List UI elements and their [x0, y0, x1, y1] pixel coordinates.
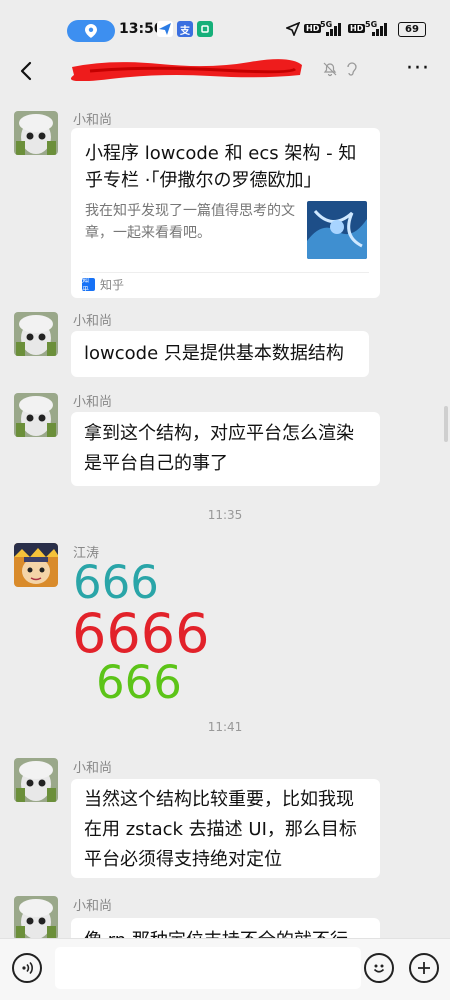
battery-indicator: 69 — [398, 22, 426, 37]
sender-name: 小和尚 — [73, 113, 113, 128]
card-thumbnail — [307, 201, 367, 259]
zhihu-logo-icon: 知乎 — [82, 276, 95, 294]
avatar[interactable] — [14, 896, 58, 938]
avatar[interactable] — [14, 312, 58, 356]
message-bubble[interactable]: 像 rn 那种定位支持不全的就不行 — [71, 918, 380, 938]
sender-name: 小和尚 — [73, 314, 113, 329]
message-item: 小和尚 lowcode 只是提供基本数据结构 — [0, 307, 450, 382]
location-pill[interactable] — [67, 20, 115, 42]
avatar[interactable] — [14, 111, 58, 155]
message-item: 小和尚 像 rn 那种定位支持不全的就不行 — [0, 890, 450, 938]
shield-icon — [197, 21, 213, 37]
paper-plane-icon — [157, 21, 173, 37]
emoji-button[interactable] — [364, 953, 394, 983]
timestamp: 11:41 — [207, 720, 243, 734]
message-input[interactable] — [55, 947, 361, 989]
card-source: 知乎 知乎 — [82, 276, 125, 294]
navigation-arrow-icon — [286, 22, 300, 36]
message-item: 小和尚 小程序 lowcode 和 ecs 架构 - 知乎专栏 ·「伊撒尔の罗德… — [0, 100, 450, 300]
mute-bell-icon — [323, 62, 337, 77]
redacted-chat-title — [71, 59, 302, 81]
voice-icon — [22, 961, 33, 975]
message-bubble[interactable]: lowcode 只是提供基本数据结构 — [71, 331, 369, 377]
hd-badge: HD — [348, 24, 366, 33]
earpiece-icon — [347, 62, 357, 76]
more-functions-button[interactable] — [409, 953, 439, 983]
link-card[interactable]: 小程序 lowcode 和 ecs 架构 - 知乎专栏 ·「伊撒尔の罗德欧加」 … — [71, 128, 380, 298]
chevron-left-icon[interactable] — [12, 56, 42, 86]
divider — [82, 272, 369, 273]
card-source-label: 知乎 — [100, 278, 125, 292]
emoji-text-line: 6666 — [72, 602, 210, 665]
voice-button[interactable] — [12, 953, 42, 983]
timestamp: 11:35 — [207, 508, 243, 522]
message-bubble[interactable]: 当然这个结构比较重要，比如我现在用 zstack 去描述 UI，那么目标平台必须… — [71, 779, 380, 878]
message-item: 小和尚 当然这个结构比较重要，比如我现在用 zstack 去描述 UI，那么目标… — [0, 752, 450, 882]
signal-icon — [372, 22, 387, 36]
emoji-text-line: 666 — [96, 656, 182, 709]
hd-badge: HD — [304, 24, 322, 33]
sender-name: 小和尚 — [73, 395, 113, 410]
status-bar: 13:50 支 HD 5G HD 5G 69 — [0, 0, 450, 44]
message-item: 小和尚 拿到这个结构，对应平台怎么渲染是平台自己的事了 — [0, 387, 450, 487]
scrollbar-thumb[interactable] — [444, 406, 448, 442]
card-description: 我在知乎发现了一篇值得思考的文章，一起来看看吧。 — [85, 203, 295, 241]
chat-header: ··· — [0, 44, 450, 100]
location-pin-icon — [85, 24, 97, 38]
input-bar — [0, 938, 450, 1000]
avatar[interactable] — [14, 543, 58, 587]
message-bubble[interactable]: 拿到这个结构，对应平台怎么渲染是平台自己的事了 — [71, 412, 380, 486]
emoji-icon — [373, 964, 385, 973]
chat-message-list[interactable]: 小和尚 小程序 lowcode 和 ecs 架构 - 知乎专栏 ·「伊撒尔の罗德… — [0, 100, 450, 938]
more-options-button[interactable]: ··· — [406, 58, 430, 80]
message-item: 江涛 666 6666 666 — [0, 540, 450, 710]
app-notify-icon: 支 — [177, 21, 193, 37]
plus-icon — [418, 962, 430, 974]
sender-name: 小和尚 — [73, 761, 113, 776]
avatar[interactable] — [14, 393, 58, 437]
avatar[interactable] — [14, 758, 58, 802]
signal-icon — [326, 22, 341, 36]
emoji-text-line: 666 — [73, 556, 159, 609]
sender-name: 小和尚 — [73, 899, 113, 914]
card-title: 小程序 lowcode 和 ecs 架构 - 知乎专栏 ·「伊撒尔の罗德欧加」 — [85, 143, 357, 191]
